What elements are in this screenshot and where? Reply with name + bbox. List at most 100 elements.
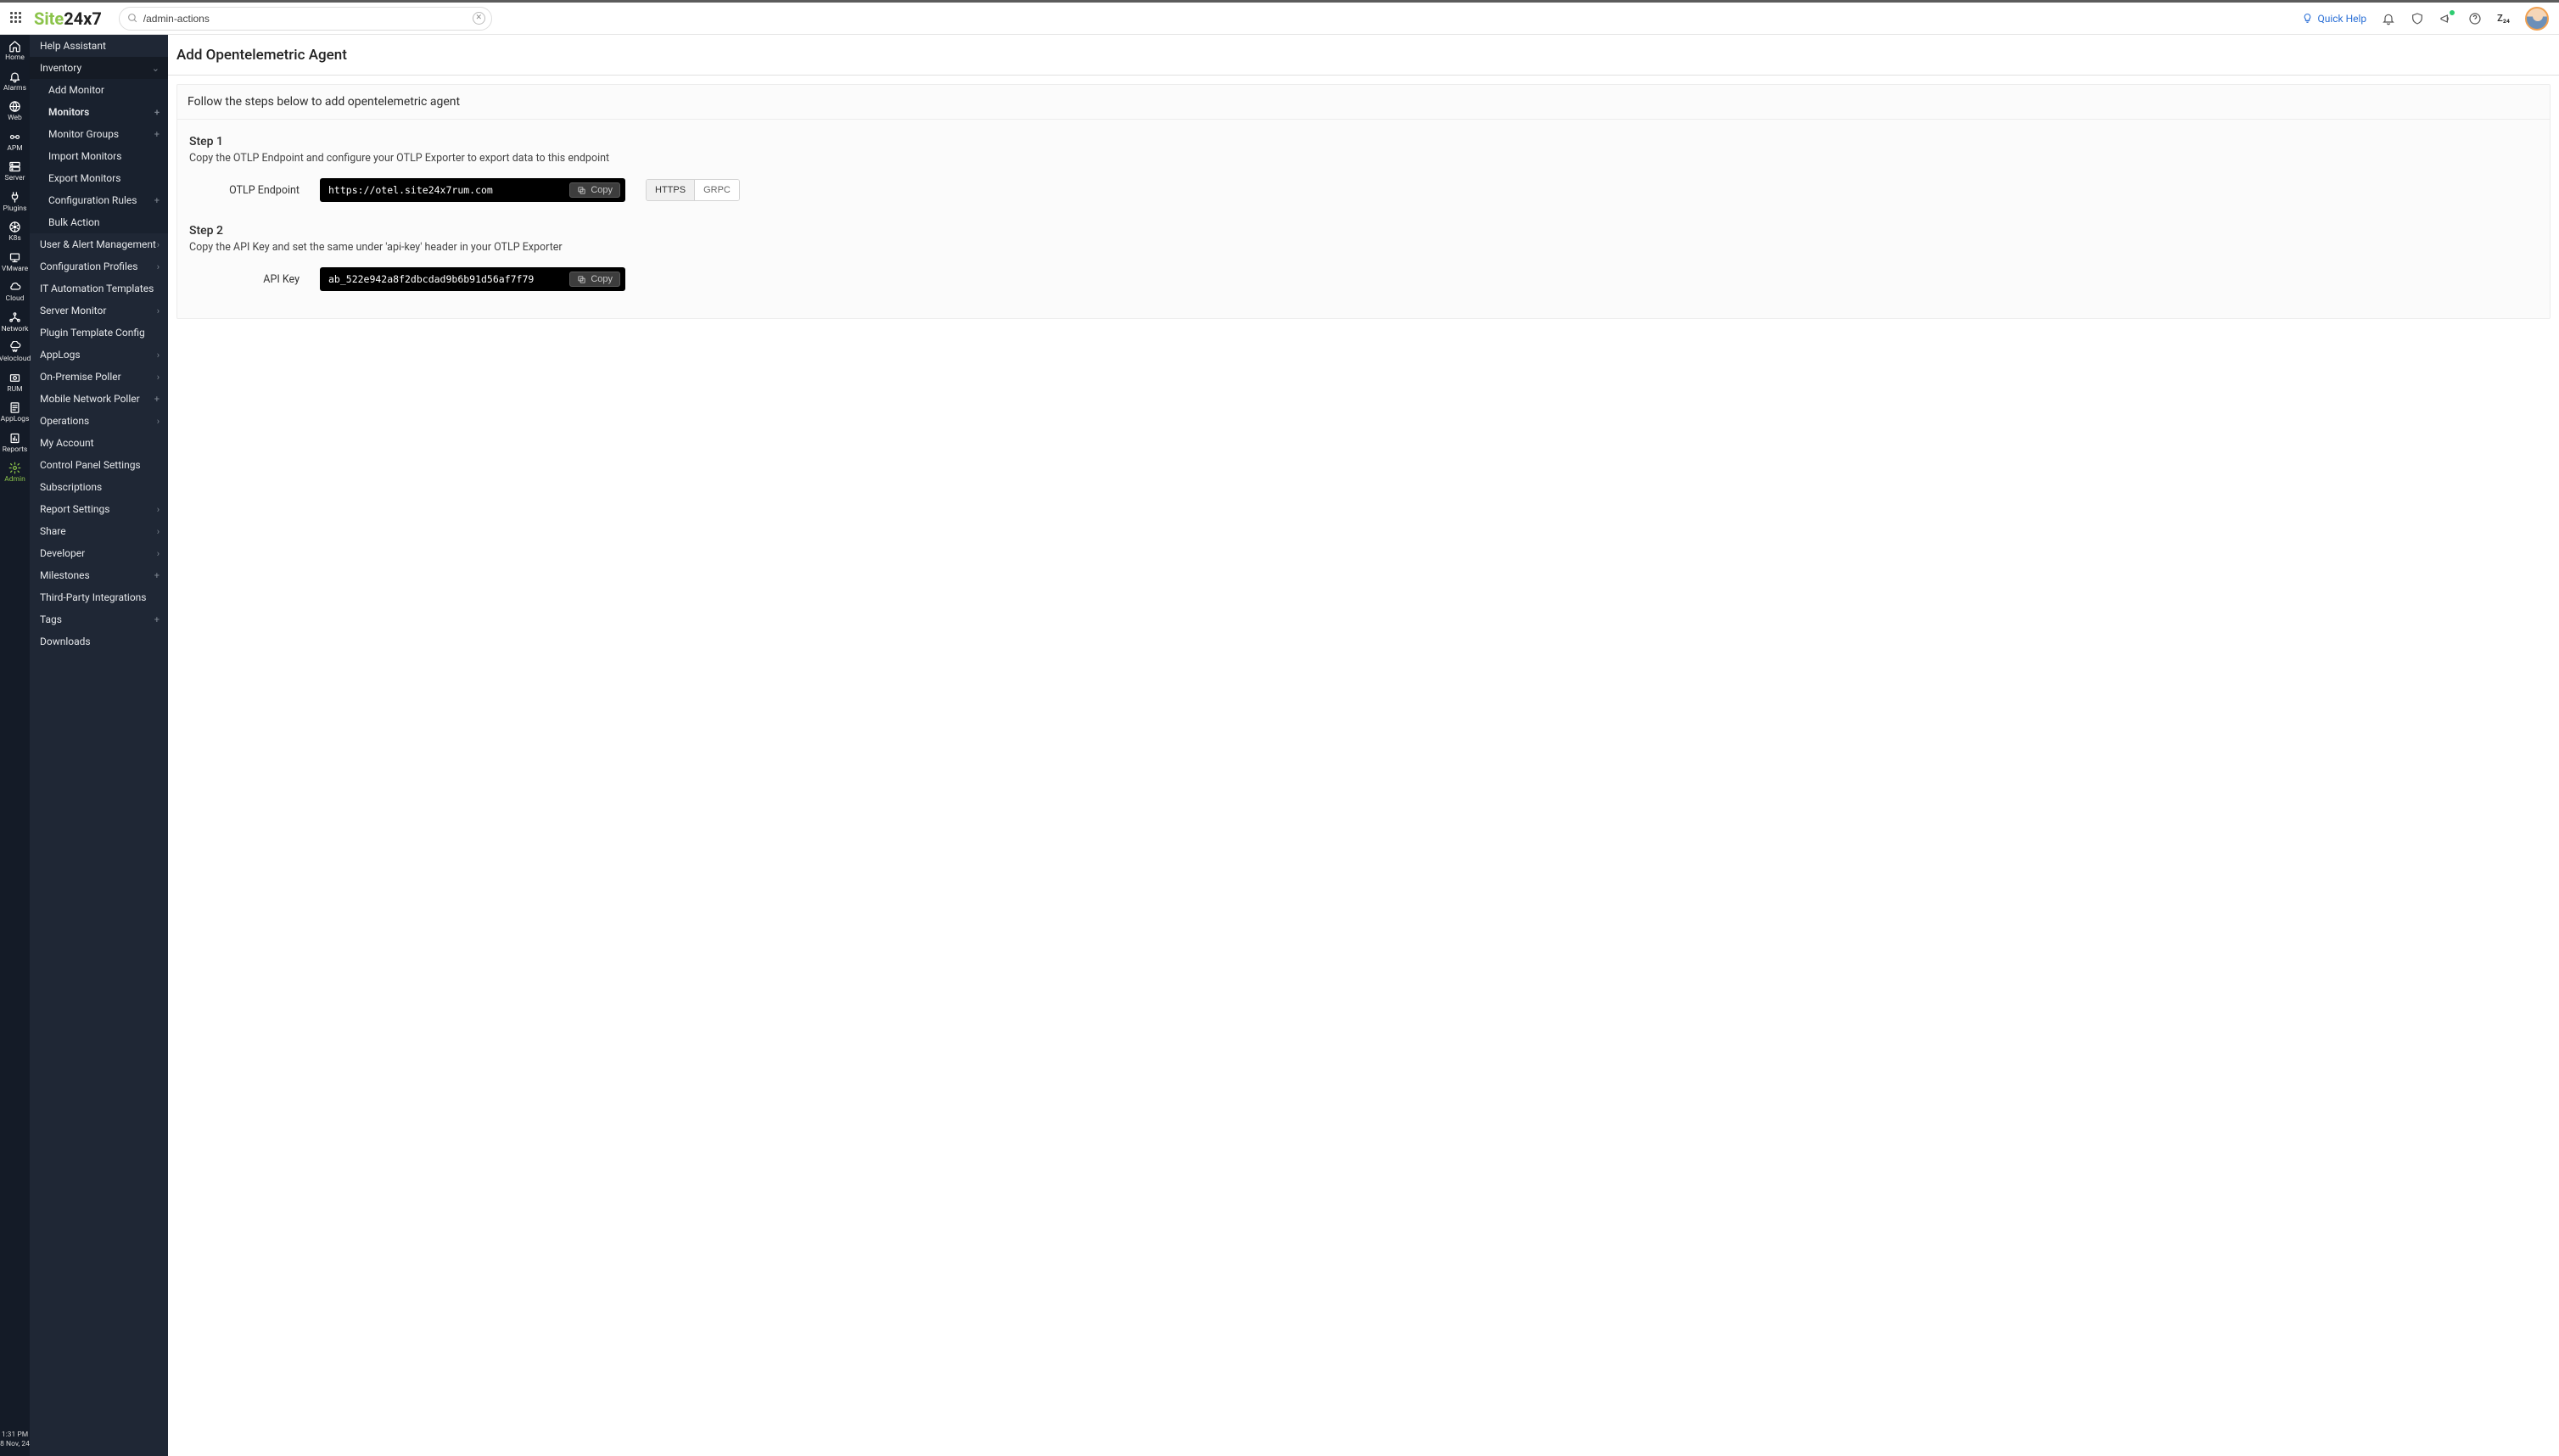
nav-item-report-settings[interactable]: Report Settings›: [30, 498, 168, 520]
protocol-toggle: HTTPS GRPC: [646, 179, 740, 201]
plus-icon[interactable]: +: [154, 614, 160, 625]
rail-label: Reports: [3, 446, 28, 454]
toggle-grpc[interactable]: GRPC: [694, 180, 739, 200]
step-2-title: Step 2: [189, 224, 2538, 238]
nav-item-server-monitor[interactable]: Server Monitor›: [30, 300, 168, 322]
nav-item-bulk-action[interactable]: Bulk Action: [30, 211, 168, 233]
nav-item-downloads[interactable]: Downloads: [30, 630, 168, 652]
nav-item-help-assistant[interactable]: Help Assistant: [30, 35, 168, 57]
nav-item-control-panel-settings[interactable]: Control Panel Settings: [30, 454, 168, 476]
nav-item-user-alert-management[interactable]: User & Alert Management›: [30, 233, 168, 255]
announce-icon[interactable]: [2439, 12, 2453, 25]
rail-item-alarms[interactable]: Alarms: [0, 65, 30, 96]
api-key-label: API Key: [189, 273, 300, 286]
rail-item-vmware[interactable]: VMware: [0, 246, 30, 277]
copy-apikey-button[interactable]: Copy: [569, 272, 620, 287]
rail-label: Home: [5, 54, 25, 62]
quick-help-link[interactable]: Quick Help: [2302, 13, 2366, 25]
rail-item-network[interactable]: Network: [0, 306, 30, 337]
rail-item-cloud[interactable]: Cloud: [0, 276, 30, 306]
nav-label: Help Assistant: [40, 40, 106, 52]
main-content: Add Opentelemetric Agent Follow the step…: [168, 35, 2559, 1456]
otlp-endpoint-value[interactable]: https://otel.site24x7rum.com: [328, 184, 569, 196]
rail-item-rum[interactable]: RUM: [0, 367, 30, 397]
bell-icon: [8, 70, 21, 83]
chevron-right-icon: ›: [157, 261, 160, 272]
nav-item-milestones[interactable]: Milestones +: [30, 564, 168, 586]
nav-item-developer[interactable]: Developer›: [30, 542, 168, 564]
copy-icon: [577, 186, 586, 195]
brand-logo[interactable]: Site24x7: [34, 8, 102, 29]
nav-item-on-premise-poller[interactable]: On-Premise Poller›: [30, 366, 168, 388]
rail-item-velocloud[interactable]: Velocloud: [0, 336, 30, 367]
nav-item-configuration-rules[interactable]: Configuration Rules+: [30, 189, 168, 211]
rail-item-home[interactable]: Home: [0, 35, 30, 65]
nav-item-import-monitors[interactable]: Import Monitors: [30, 145, 168, 167]
rail-label: AppLogs: [1, 416, 30, 423]
plus-icon[interactable]: +: [154, 570, 160, 581]
nav-label: Milestones: [40, 569, 90, 581]
notifications-icon[interactable]: [2382, 12, 2395, 25]
plus-icon[interactable]: +: [154, 107, 160, 118]
nav-item-my-account[interactable]: My Account: [30, 432, 168, 454]
rail-item-web[interactable]: Web: [0, 95, 30, 126]
bulb-icon: [2302, 13, 2313, 24]
nav-label: Tags: [40, 613, 62, 625]
nav-item-tags[interactable]: Tags +: [30, 608, 168, 630]
api-key-box: ab_522e942a8f2dbcdad9b6b91d56af7f79 Copy: [320, 267, 625, 291]
rail-item-k8s[interactable]: K8s: [0, 216, 30, 246]
rail-label: APM: [7, 145, 22, 153]
nav-item-share[interactable]: Share›: [30, 520, 168, 542]
brand-part-dark: 24x7: [64, 8, 102, 29]
plug-icon: [8, 191, 21, 204]
nav-label: My Account: [40, 437, 94, 449]
search-input[interactable]: [119, 7, 492, 31]
rail-item-plugins[interactable]: Plugins: [0, 186, 30, 216]
apps-grid-icon[interactable]: [10, 12, 24, 25]
nav-label: Share: [40, 525, 66, 537]
steps-card: Follow the steps below to add openteleme…: [176, 84, 2551, 319]
icon-rail: Home AlarmsWeb APM Server Plugins K8s VMwareCl…: [0, 35, 30, 1456]
nav-item-monitors[interactable]: Monitors+: [30, 101, 168, 123]
avatar[interactable]: [2525, 7, 2549, 31]
help-icon[interactable]: [2468, 12, 2482, 25]
brand-part-green: Site: [34, 8, 64, 29]
link-icon: [8, 131, 21, 143]
rail-label: Server: [5, 175, 25, 182]
rail-time: 1:31 PM: [0, 1431, 30, 1440]
clear-search-icon[interactable]: ✕: [473, 12, 485, 25]
nav-label: Add Monitor: [48, 84, 104, 96]
nav-item-monitor-groups[interactable]: Monitor Groups+: [30, 123, 168, 145]
nav-item-operations[interactable]: Operations›: [30, 410, 168, 432]
nav-item-applogs[interactable]: AppLogs›: [30, 344, 168, 366]
nav-item-export-monitors[interactable]: Export Monitors: [30, 167, 168, 189]
rail-label: K8s: [8, 235, 21, 243]
notification-dot: [2449, 9, 2455, 16]
z24-badge[interactable]: Z₂₄: [2497, 13, 2510, 24]
shield-icon[interactable]: [2411, 12, 2424, 25]
nav-label: Operations: [40, 415, 89, 427]
rail-item-server[interactable]: Server: [0, 155, 30, 186]
nav-item-third-party-integrations[interactable]: Third-Party Integrations: [30, 586, 168, 608]
nav-item-subscriptions[interactable]: Subscriptions: [30, 476, 168, 498]
nav-item-it-automation-templates[interactable]: IT Automation Templates: [30, 277, 168, 300]
rail-item-applogs[interactable]: AppLogs: [0, 396, 30, 427]
copy-endpoint-button[interactable]: Copy: [569, 182, 620, 198]
rail-item-apm[interactable]: APM: [0, 126, 30, 156]
nav-item-mobile-network-poller[interactable]: Mobile Network Poller+: [30, 388, 168, 410]
rail-item-admin[interactable]: Admin: [0, 456, 30, 487]
plus-icon[interactable]: +: [154, 195, 160, 206]
toggle-https[interactable]: HTTPS: [647, 180, 694, 200]
chevron-right-icon: ›: [157, 504, 160, 515]
plus-icon[interactable]: +: [154, 129, 160, 140]
nav-item-plugin-template-config[interactable]: Plugin Template Config: [30, 322, 168, 344]
chevron-down-icon: ⌄: [152, 63, 160, 74]
rail-item-reports[interactable]: Reports: [0, 427, 30, 457]
nav-label: Control Panel Settings: [40, 459, 141, 471]
plus-icon[interactable]: +: [154, 394, 160, 405]
api-key-value[interactable]: ab_522e942a8f2dbcdad9b6b91d56af7f79: [328, 273, 569, 285]
nav-item-add-monitor[interactable]: Add Monitor: [30, 79, 168, 101]
nav-item-configuration-profiles[interactable]: Configuration Profiles›: [30, 255, 168, 277]
search-container: ✕: [119, 7, 492, 31]
nav-item-inventory[interactable]: Inventory⌄: [30, 57, 168, 79]
